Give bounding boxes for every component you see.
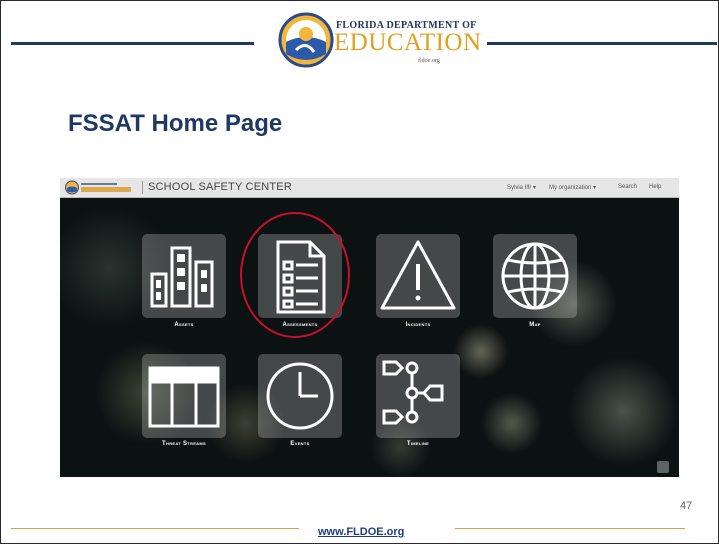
tile-label-timeline: Timeline (406, 441, 430, 447)
tile-timeline[interactable] (376, 354, 460, 438)
footer-rule-left (11, 528, 299, 529)
header-separator (142, 181, 143, 194)
slide-title: FSSAT Home Page (68, 110, 283, 137)
buildings-icon (150, 246, 214, 308)
help-link[interactable]: Help (649, 184, 661, 190)
tile-label-map: Map (529, 322, 541, 328)
app-header-bar: SCHOOL SAFETY CENTER Sylvia Ilfr ▾ My or… (60, 178, 679, 198)
footer-rule-right (455, 528, 685, 529)
tile-label-assets: Assets (174, 322, 194, 328)
flow-icon (382, 360, 444, 425)
header-rule-right (487, 42, 717, 45)
tile-label-events: Events (290, 441, 310, 447)
app-name: SCHOOL SAFETY CENTER (148, 181, 292, 193)
warning-icon (380, 240, 456, 310)
tile-assets[interactable] (142, 234, 226, 318)
tile-map[interactable] (493, 234, 577, 318)
app-screenshot: SCHOOL SAFETY CENTER Sylvia Ilfr ▾ My or… (60, 178, 679, 477)
user-menu[interactable]: Sylvia Ilfr ▾ (507, 184, 536, 191)
fldoe-mini-logo-icon[interactable] (64, 180, 138, 195)
org-site: fldoe.org (418, 58, 440, 64)
tile-threat-streams[interactable] (142, 354, 226, 438)
fldoe-seal-icon (278, 12, 334, 68)
tile-events[interactable] (258, 354, 342, 438)
table-icon (148, 366, 220, 428)
tile-label-incidents: Incidents (405, 322, 431, 328)
tile-incidents[interactable] (376, 234, 460, 318)
assessments-highlight-circle (240, 212, 350, 338)
expand-icon[interactable] (657, 461, 669, 473)
header-rule-left (11, 42, 254, 45)
fldoe-logo: FLORIDA DEPARTMENT OF EDUCATION fldoe.or… (276, 10, 481, 70)
org-name-line2: EDUCATION (334, 29, 482, 56)
tile-label-threat-streams: Threat Streams (162, 441, 206, 447)
footer-url-link[interactable]: www.FLDOE.org (318, 526, 404, 538)
globe-icon (501, 242, 569, 310)
search-link[interactable]: Search (618, 184, 637, 190)
organization-menu[interactable]: My organization ▾ (549, 184, 596, 191)
page-number: 47 (680, 500, 693, 512)
clock-icon (266, 362, 334, 430)
